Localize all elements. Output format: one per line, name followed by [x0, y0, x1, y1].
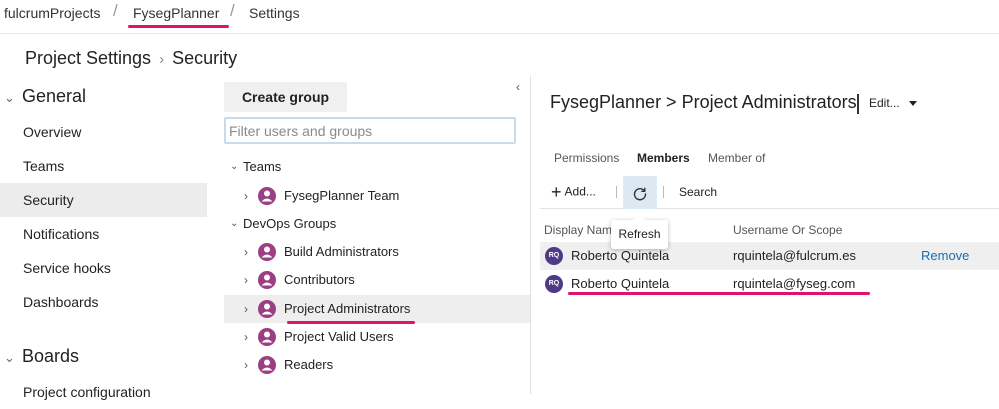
chevron-down-icon: ⌄ [4, 90, 15, 105]
chevron-down-icon: ⌄ [230, 161, 239, 172]
toolbar-separator [616, 186, 617, 198]
member-row[interactable]: RQ Roberto Quintela rquintela@fulcrum.es… [540, 242, 999, 270]
tree-header-devops-groups[interactable]: ⌄ DevOps Groups [224, 210, 530, 238]
tree-header-label: Teams [243, 159, 282, 174]
group-title: FysegPlanner > Project Administrators [550, 92, 857, 112]
tab-member-of[interactable]: Member of [708, 151, 765, 165]
chevron-down-icon: ⌄ [4, 350, 15, 365]
member-scope: rquintela@fulcrum.es [733, 248, 857, 263]
tree-item-label: Project Valid Users [284, 329, 394, 344]
add-member-label: Add... [564, 184, 596, 199]
nav-section-general[interactable]: ⌄ General [4, 86, 86, 107]
tree-item-label: FysegPlanner Team [284, 188, 400, 203]
plus-icon: + [551, 182, 562, 202]
chevron-right-icon[interactable]: › [244, 323, 248, 351]
column-header-display-name[interactable]: Display Nam [544, 223, 612, 237]
tree-item-project-valid-users[interactable]: › Project Valid Users [224, 323, 530, 351]
tree-header-label: DevOps Groups [243, 216, 337, 231]
nav-item-dashboards[interactable]: Dashboards [0, 285, 207, 319]
breadcrumb-settings[interactable]: Settings [249, 5, 300, 21]
tree-item-label: Contributors [284, 272, 355, 287]
tree-item-contributors[interactable]: › Contributors [224, 266, 530, 294]
tab-permissions[interactable]: Permissions [554, 151, 619, 165]
edit-dropdown-label: Edit... [869, 96, 900, 110]
chevron-right-icon: › [159, 51, 165, 68]
tree-item-fysegplanner-team[interactable]: › FysegPlanner Team [224, 182, 530, 210]
tree-item-label: Project Administrators [284, 301, 411, 316]
tree-item-build-administrators[interactable]: › Build Administrators [224, 238, 530, 266]
nav-item-project-configuration[interactable]: Project configuration [0, 375, 207, 409]
refresh-tooltip: Refresh [611, 214, 668, 249]
page-subtitle: Security [172, 48, 238, 68]
create-group-button[interactable]: Create group [224, 82, 347, 112]
chevron-right-icon[interactable]: › [244, 295, 248, 323]
add-member-button[interactable]: + Add... [551, 182, 596, 203]
chevron-right-icon[interactable]: › [244, 266, 248, 294]
avatar: RQ [545, 275, 563, 293]
nav-item-security[interactable]: Security [0, 183, 207, 217]
refresh-button[interactable] [623, 176, 657, 209]
chevron-down-icon: ⌄ [230, 218, 239, 229]
collapse-panel-icon[interactable]: ‹ [516, 80, 520, 94]
refresh-icon [633, 187, 647, 200]
members-toolbar: + Add... Search [540, 176, 999, 209]
page-title-text: Project Settings [25, 48, 152, 68]
nav-section-boards[interactable]: ⌄ Boards [4, 346, 79, 367]
chevron-right-icon[interactable]: › [244, 182, 248, 210]
group-icon [258, 356, 276, 384]
panel-divider [530, 76, 531, 394]
remove-member-link[interactable]: Remove [921, 242, 969, 270]
tree-item-readers[interactable]: › Readers [224, 351, 530, 379]
tree-item-project-administrators[interactable]: › Project Administrators [224, 295, 530, 323]
tab-members[interactable]: Members [637, 151, 690, 165]
chevron-right-icon[interactable]: › [244, 238, 248, 266]
title-divider [857, 94, 859, 114]
nav-item-overview[interactable]: Overview [0, 115, 207, 149]
tree-header-teams[interactable]: ⌄ Teams [224, 153, 530, 181]
caret-down-icon [908, 101, 917, 107]
highlight-underline-member [568, 292, 870, 295]
nav-item-service-hooks[interactable]: Service hooks [0, 251, 207, 285]
nav-section-title: General [22, 86, 87, 106]
toolbar-separator [663, 186, 664, 198]
search-button[interactable]: Search [679, 185, 717, 199]
filter-users-groups-input[interactable] [224, 117, 516, 144]
breadcrumb-separator: / [113, 1, 118, 20]
nav-section-title: Boards [22, 346, 80, 366]
breadcrumb-project[interactable]: FysegPlanner [133, 5, 219, 21]
avatar: RQ [545, 247, 563, 265]
highlight-underline-project [128, 25, 229, 28]
edit-dropdown[interactable]: Edit... [869, 96, 917, 110]
chevron-right-icon[interactable]: › [244, 351, 248, 379]
page-title: Project Settings › Security [25, 48, 237, 69]
breadcrumb-org[interactable]: fulcrumProjects [4, 5, 100, 21]
column-header-username[interactable]: Username Or Scope [733, 223, 842, 237]
nav-item-teams[interactable]: Teams [0, 149, 207, 183]
tree-item-label: Build Administrators [284, 244, 399, 259]
nav-item-notifications[interactable]: Notifications [0, 217, 207, 251]
breadcrumb: fulcrumProjects / FysegPlanner / Setting… [0, 0, 999, 34]
tree-item-label: Readers [284, 357, 334, 372]
breadcrumb-separator: / [230, 1, 235, 20]
